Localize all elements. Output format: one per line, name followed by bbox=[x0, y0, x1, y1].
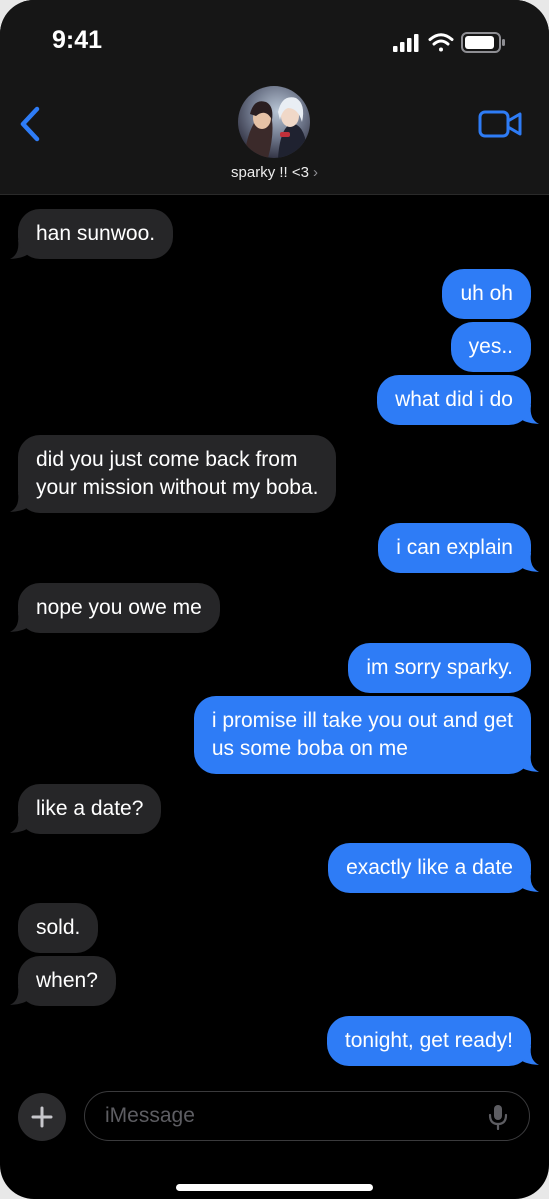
contact-name: sparky !! <3 bbox=[231, 164, 309, 181]
apps-plus-button[interactable] bbox=[18, 1093, 66, 1141]
home-indicator[interactable] bbox=[176, 1184, 373, 1191]
contact-name-row[interactable]: sparky !! <3 › bbox=[0, 164, 549, 181]
message-text: uh oh bbox=[460, 282, 513, 305]
message-text: im sorry sparky. bbox=[366, 656, 513, 679]
video-camera-icon bbox=[478, 110, 522, 138]
message-bubble-outgoing[interactable]: uh oh bbox=[442, 269, 531, 319]
message-text: yes.. bbox=[468, 335, 513, 358]
avatar-image bbox=[238, 86, 310, 158]
message-bubble-incoming[interactable]: sold. bbox=[18, 903, 99, 953]
message-text: han sunwoo. bbox=[36, 222, 156, 245]
back-button[interactable] bbox=[14, 103, 48, 145]
message-text-line: us some boba on me bbox=[211, 737, 408, 760]
message-bubble-outgoing[interactable]: what did i do bbox=[377, 375, 531, 425]
facetime-video-button[interactable] bbox=[476, 106, 524, 142]
status-time: 9:41 bbox=[52, 26, 103, 54]
message-text: sold. bbox=[36, 916, 81, 939]
cellular-signal-icon bbox=[393, 34, 419, 52]
message-text: nope you owe me bbox=[36, 596, 202, 619]
message-text: i can explain bbox=[396, 536, 513, 559]
message-bubble-incoming[interactable]: did you just come back from your mission… bbox=[18, 435, 337, 513]
message-text-line: i promise ill take you out and get bbox=[211, 709, 513, 732]
message-text: exactly like a date bbox=[346, 856, 513, 879]
message-bubble-incoming[interactable]: nope you owe me bbox=[18, 583, 220, 633]
message-text: what did i do bbox=[395, 388, 513, 411]
message-text-line: did you just come back from bbox=[36, 448, 298, 471]
microphone-icon[interactable] bbox=[487, 1104, 509, 1130]
message-bubble-incoming[interactable]: like a date? bbox=[18, 784, 162, 834]
wifi-icon bbox=[428, 33, 454, 52]
conversation-header: 9:41 sparky !! <3 › bbox=[0, 0, 549, 195]
message-text: like a date? bbox=[36, 797, 144, 820]
battery-icon bbox=[461, 32, 505, 53]
plus-icon bbox=[31, 1106, 53, 1128]
message-text: when? bbox=[36, 969, 98, 992]
message-bubble-outgoing[interactable]: yes.. bbox=[450, 322, 531, 372]
message-bubble-outgoing[interactable]: im sorry sparky. bbox=[348, 643, 531, 693]
message-bubble-incoming[interactable]: when? bbox=[18, 956, 116, 1006]
chevron-left-icon bbox=[20, 106, 40, 142]
message-text: tonight, get ready! bbox=[344, 1029, 513, 1052]
message-text-line: your mission without my boba. bbox=[36, 476, 319, 499]
chevron-right-icon: › bbox=[312, 164, 318, 181]
message-bubble-outgoing[interactable]: exactly like a date bbox=[328, 843, 531, 893]
messages-screen: 9:41 sparky !! <3 › han sunwoo. uh oh ye… bbox=[0, 0, 549, 1199]
message-bubble-outgoing[interactable]: i promise ill take you out and get us so… bbox=[193, 696, 531, 774]
message-input-placeholder: iMessage bbox=[105, 1104, 195, 1127]
message-bubble-outgoing[interactable]: tonight, get ready! bbox=[326, 1016, 531, 1066]
message-input[interactable]: iMessage bbox=[84, 1091, 530, 1141]
contact-avatar[interactable] bbox=[238, 86, 310, 158]
message-bubble-outgoing[interactable]: i can explain bbox=[378, 523, 531, 573]
message-bubble-incoming[interactable]: han sunwoo. bbox=[18, 209, 174, 259]
status-icons bbox=[393, 32, 505, 53]
